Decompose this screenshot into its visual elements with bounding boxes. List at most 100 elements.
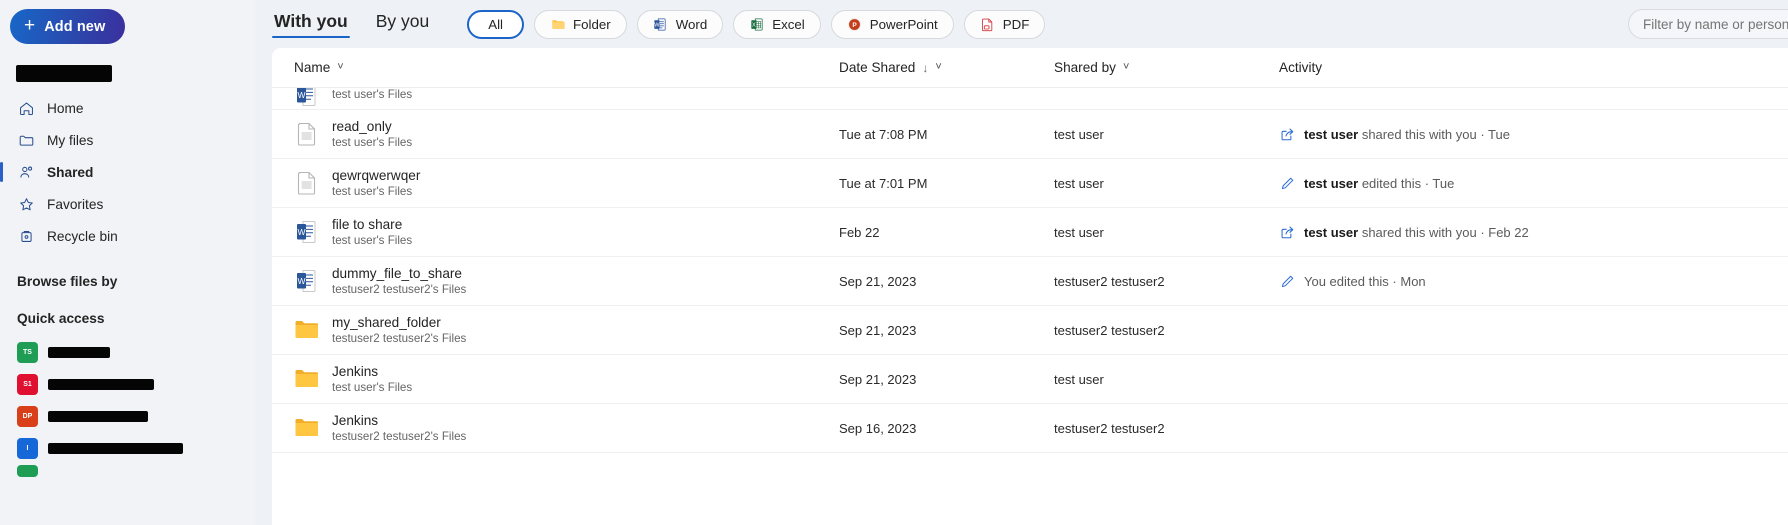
table-row[interactable]: qewrqwerwqer test user's Files Tue at 7:… [272, 159, 1788, 208]
trash-icon [17, 227, 35, 245]
filter-chip-excel[interactable]: X Excel [733, 10, 821, 39]
column-header-date-shared[interactable]: Date Shared ↓ ˅ [839, 60, 1054, 75]
file-shared-by: testuser2 testuser2 [1054, 421, 1279, 436]
sidebar-item-label: Shared [47, 165, 93, 180]
file-name-cell[interactable]: W file to share test user's Files [294, 217, 839, 248]
file-shared-by: testuser2 testuser2 [1054, 323, 1279, 338]
word-icon: W [653, 16, 669, 32]
column-header-activity[interactable]: Activity [1279, 60, 1788, 75]
file-name[interactable]: read_only [332, 119, 412, 135]
sidebar-item-label: My files [47, 133, 93, 148]
folder-icon [294, 365, 320, 393]
column-header-shared-by[interactable]: Shared by ˅ [1054, 60, 1279, 75]
file-list-rows[interactable]: W test user's Files [272, 88, 1788, 525]
sidebar-item-shared[interactable]: Shared [0, 156, 247, 188]
filter-chip-label: Excel [772, 17, 805, 32]
column-header-label: Shared by [1054, 60, 1116, 75]
column-header-label: Date Shared [839, 60, 915, 75]
tab-by-you[interactable]: By you [374, 13, 432, 36]
sidebar-item-home[interactable]: Home [0, 92, 247, 124]
table-row[interactable]: my_shared_folder testuser2 testuser2's F… [272, 306, 1788, 355]
onedrive-shared-page: + Add new Home My files [0, 0, 1788, 525]
file-name[interactable]: Jenkins [332, 413, 466, 429]
site-badge-icon [17, 465, 38, 477]
quick-access-name-redacted [48, 443, 183, 454]
activity-actor: test user [1304, 225, 1358, 240]
toolbar: With you By you All Folder [255, 0, 1788, 48]
excel-icon: X [749, 16, 765, 32]
filter-chip-all[interactable]: All [467, 10, 524, 39]
file-location: test user's Files [332, 185, 420, 198]
file-date-shared: Tue at 7:08 PM [839, 127, 1054, 142]
table-row[interactable]: Jenkins test user's Files Sep 21, 2023 t… [272, 355, 1788, 404]
file-name-cell[interactable]: read_only test user's Files [294, 119, 839, 150]
file-name-cell[interactable]: qewrqwerwqer test user's Files [294, 168, 839, 199]
add-new-button[interactable]: + Add new [10, 9, 125, 44]
quick-access-item[interactable]: TS [0, 336, 255, 368]
quick-access-item[interactable] [0, 464, 255, 478]
file-location: test user's Files [332, 88, 412, 101]
file-name-cell[interactable]: Jenkins test user's Files [294, 364, 839, 395]
file-shared-by: test user [1054, 372, 1279, 387]
quick-access-name-redacted [48, 347, 110, 358]
file-date-shared: Sep 21, 2023 [839, 323, 1054, 338]
file-activity-text: You edited this · Mon [1304, 274, 1426, 289]
folder-icon [294, 316, 320, 344]
file-meta: dummy_file_to_share testuser2 testuser2'… [332, 266, 466, 297]
file-meta: Jenkins test user's Files [332, 364, 412, 395]
add-new-wrap: + Add new [0, 9, 255, 44]
file-activity: You edited this · Mon [1279, 273, 1788, 289]
table-row[interactable]: Jenkins testuser2 testuser2's Files Sep … [272, 404, 1788, 453]
filter-chip-pdf[interactable]: PDF [964, 10, 1046, 39]
table-row[interactable]: W test user's Files [272, 88, 1788, 110]
file-date-shared: Sep 16, 2023 [839, 421, 1054, 436]
activity-detail: shared this with you · Feb 22 [1358, 225, 1529, 240]
file-name[interactable]: qewrqwerwqer [332, 168, 420, 184]
file-name[interactable]: dummy_file_to_share [332, 266, 466, 282]
quick-access-item[interactable]: I [0, 432, 255, 464]
chevron-down-icon[interactable]: ˅ [337, 62, 343, 73]
file-name[interactable]: file to share [332, 217, 412, 233]
file-meta: Jenkins testuser2 testuser2's Files [332, 413, 466, 444]
sort-descending-icon: ↓ [922, 62, 928, 74]
tab-with-you[interactable]: With you [272, 13, 350, 36]
chevron-down-icon[interactable]: ˅ [1123, 62, 1129, 73]
file-list-pane: Name ˅ Date Shared ↓ ˅ Shared by ˅ Activ… [272, 48, 1788, 525]
table-row[interactable]: read_only test user's Files Tue at 7:08 … [272, 110, 1788, 159]
filter-chip-word[interactable]: W Word [637, 10, 724, 39]
sidebar-item-recycle-bin[interactable]: Recycle bin [0, 220, 247, 252]
sidebar-item-my-files[interactable]: My files [0, 124, 247, 156]
file-location: testuser2 testuser2's Files [332, 430, 466, 443]
file-meta: file to share test user's Files [332, 217, 412, 248]
file-location: testuser2 testuser2's Files [332, 283, 466, 296]
svg-text:X: X [752, 22, 756, 28]
file-activity-text: test user shared this with you · Feb 22 [1304, 225, 1529, 240]
svg-text:W: W [654, 22, 660, 28]
filter-input[interactable] [1643, 17, 1788, 32]
quick-access-item[interactable]: DP [0, 400, 255, 432]
file-name[interactable]: my_shared_folder [332, 315, 466, 331]
filter-chip-label: Word [676, 17, 708, 32]
file-activity: test user shared this with you · Tue [1279, 126, 1788, 142]
file-name-cell[interactable]: Jenkins testuser2 testuser2's Files [294, 413, 839, 444]
quick-access-list: TS S1 DP I [0, 336, 255, 478]
generic-file-icon [294, 120, 320, 148]
site-badge-icon: DP [17, 406, 38, 427]
file-name[interactable]: Jenkins [332, 364, 412, 380]
column-header-name[interactable]: Name ˅ [294, 60, 839, 75]
table-row[interactable]: W file to share test user's Files Feb 22… [272, 208, 1788, 257]
file-name-cell[interactable]: W dummy_file_to_share testuser2 testuser… [294, 266, 839, 297]
filter-chip-folder[interactable]: Folder [534, 10, 627, 39]
file-name-cell[interactable]: my_shared_folder testuser2 testuser2's F… [294, 315, 839, 346]
sidebar-item-favorites[interactable]: Favorites [0, 188, 247, 220]
file-location: test user's Files [332, 234, 412, 247]
sidebar-item-label: Home [47, 101, 84, 116]
filter-chip-powerpoint[interactable]: P PowerPoint [831, 10, 954, 39]
chevron-down-icon[interactable]: ˅ [935, 62, 941, 73]
folder-icon [294, 414, 320, 442]
quick-access-item[interactable]: S1 [0, 368, 255, 400]
site-badge-icon: I [17, 438, 38, 459]
filter-search-box[interactable] [1628, 9, 1788, 39]
table-row[interactable]: W dummy_file_to_share testuser2 testuser… [272, 257, 1788, 306]
sidebar-nav: Home My files Shared [0, 92, 255, 252]
